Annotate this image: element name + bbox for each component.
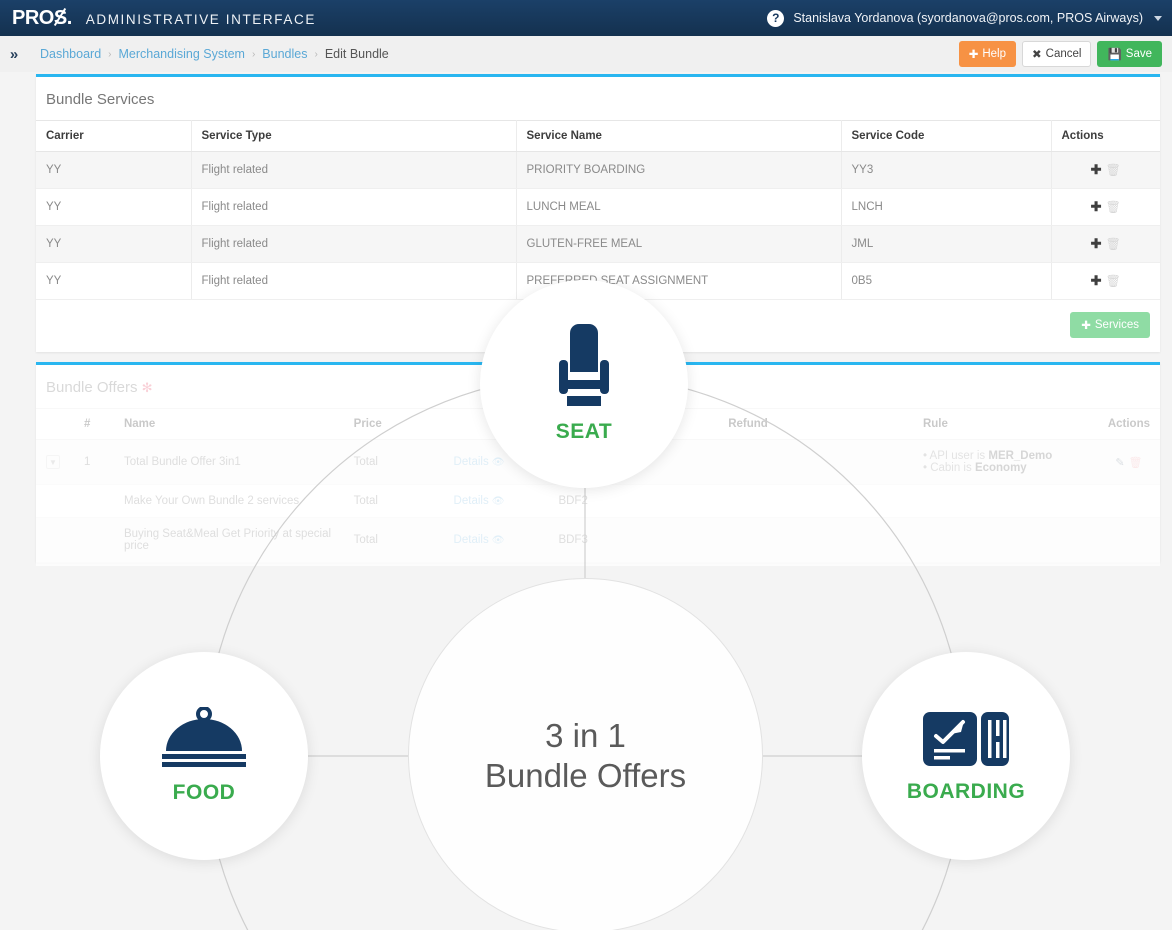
cell-service-code: JML bbox=[841, 225, 1052, 263]
help-button[interactable]: ✚ Help bbox=[958, 41, 1016, 67]
floppy-disk-icon: 💾 bbox=[1107, 49, 1122, 61]
breadcrumb-separator: › bbox=[108, 48, 112, 60]
brand: PROS. ADMINISTRATIVE INTERFACE bbox=[0, 7, 316, 29]
top-navbar: PROS. ADMINISTRATIVE INTERFACE ? Stanisl… bbox=[0, 0, 1172, 36]
cell-actions: ✚ 🗑 bbox=[1051, 262, 1160, 300]
cell-service-type: Flight related bbox=[191, 188, 517, 226]
cell-service-code: 0B5 bbox=[841, 262, 1052, 300]
delete-service-icon[interactable]: 🗑 bbox=[1106, 163, 1121, 177]
breadcrumb-separator: › bbox=[251, 48, 256, 60]
navbar-right: ? Stanislava Yordanova (syordanova@pros.… bbox=[767, 9, 1172, 27]
column-header-service-code[interactable]: Service Code bbox=[841, 120, 1052, 152]
delete-service-icon[interactable]: 🗑 bbox=[1106, 237, 1121, 251]
delete-service-icon[interactable]: 🗑 bbox=[1106, 200, 1121, 214]
user-account-label[interactable]: Stanislava Yordanova (syordanova@pros.co… bbox=[793, 11, 1143, 25]
add-service-icon[interactable]: ✚ bbox=[1091, 236, 1102, 251]
chevron-down-icon[interactable] bbox=[1154, 15, 1162, 21]
overlay-veil bbox=[36, 366, 1160, 566]
bundle-services-table-head: Carrier Service Type Service Name Servic… bbox=[36, 120, 1160, 152]
question-mark-icon[interactable]: ? bbox=[767, 9, 785, 27]
cell-service-name: GLUTEN-FREE MEAL bbox=[516, 225, 842, 263]
table-row[interactable]: YY Flight related PREFERRED SEAT ASSIGNM… bbox=[36, 262, 1160, 300]
diagram-node-boarding: BOARDING bbox=[862, 652, 1070, 860]
cell-actions: ✚ 🗑 bbox=[1051, 188, 1160, 226]
cell-carrier: YY bbox=[36, 151, 192, 189]
breadcrumb-bar: » Dashboard › Merchandising System › Bun… bbox=[0, 36, 1172, 72]
cell-service-code: YY3 bbox=[841, 151, 1052, 189]
cell-service-name: PRIORITY BOARDING bbox=[516, 151, 842, 189]
cell-service-type: Flight related bbox=[191, 151, 517, 189]
delete-service-icon[interactable]: 🗑 bbox=[1106, 274, 1121, 288]
diagram-node-food: FOOD bbox=[100, 652, 308, 860]
help-button-label: Help bbox=[982, 48, 1006, 60]
breadcrumb-item-dashboard[interactable]: Dashboard bbox=[40, 47, 101, 61]
food-cloche-icon bbox=[162, 707, 246, 767]
pros-logo: PROS. bbox=[12, 7, 73, 29]
add-service-icon[interactable]: ✚ bbox=[1091, 273, 1102, 288]
breadcrumb: Dashboard › Merchandising System › Bundl… bbox=[28, 47, 389, 61]
cell-carrier: YY bbox=[36, 262, 192, 300]
diagram-node-food-label: FOOD bbox=[172, 781, 236, 804]
cell-service-name: LUNCH MEAL bbox=[516, 188, 842, 226]
page-action-buttons: ✚ Help ✖ Cancel 💾 Save bbox=[958, 41, 1172, 67]
cell-actions: ✚ 🗑 bbox=[1051, 151, 1160, 189]
cell-carrier: YY bbox=[36, 188, 192, 226]
cell-service-type: Flight related bbox=[191, 225, 517, 263]
column-header-service-name[interactable]: Service Name bbox=[516, 120, 842, 152]
breadcrumb-item-edit-bundle: Edit Bundle bbox=[324, 47, 389, 61]
bundle-services-footer: ✚ Services bbox=[36, 300, 1160, 350]
breadcrumb-item-bundles[interactable]: Bundles bbox=[262, 47, 307, 61]
table-header-row: Carrier Service Type Service Name Servic… bbox=[36, 120, 1160, 152]
bundle-services-panel: Bundle Services Carrier Service Type Ser… bbox=[36, 74, 1160, 352]
diagram-center-line1: 3 in 1 bbox=[545, 716, 626, 754]
cell-carrier: YY bbox=[36, 225, 192, 263]
diagram-node-boarding-label: BOARDING bbox=[906, 780, 1026, 803]
pros-logo-dot: . bbox=[66, 7, 73, 29]
bundle-services-table: Carrier Service Type Service Name Servic… bbox=[36, 120, 1160, 300]
column-header-actions: Actions bbox=[1051, 120, 1160, 152]
breadcrumb-separator: › bbox=[314, 48, 318, 60]
cell-service-name: PREFERRED SEAT ASSIGNMENT bbox=[516, 262, 842, 300]
save-button[interactable]: 💾 Save bbox=[1097, 41, 1162, 67]
plus-circle-icon: ✚ bbox=[968, 49, 979, 61]
diagram-center-node: 3 in 1 Bundle Offers bbox=[408, 578, 763, 930]
table-row[interactable]: YY Flight related LUNCH MEAL LNCH ✚ 🗑 bbox=[36, 188, 1160, 226]
add-services-button[interactable]: ✚ Services bbox=[1070, 312, 1150, 338]
cancel-button-label: Cancel bbox=[1045, 48, 1082, 60]
cell-service-type: Flight related bbox=[191, 262, 517, 300]
column-header-carrier[interactable]: Carrier bbox=[36, 120, 192, 152]
add-services-button-label: Services bbox=[1094, 319, 1139, 331]
boarding-pass-icon bbox=[923, 712, 1009, 766]
diagram-center-line2: Bundle Offers bbox=[484, 756, 687, 794]
cancel-button[interactable]: ✖ Cancel bbox=[1022, 41, 1092, 67]
breadcrumb-item-merchandising-system[interactable]: Merchandising System bbox=[119, 47, 245, 61]
table-row[interactable]: YY Flight related GLUTEN-FREE MEAL JML ✚… bbox=[36, 225, 1160, 263]
page-root: PROS. ADMINISTRATIVE INTERFACE ? Stanisl… bbox=[0, 0, 1172, 930]
add-service-icon[interactable]: ✚ bbox=[1091, 199, 1102, 214]
cell-service-code: LNCH bbox=[841, 188, 1052, 226]
save-button-label: Save bbox=[1125, 48, 1152, 60]
cell-actions: ✚ 🗑 bbox=[1051, 225, 1160, 263]
x-icon: ✖ bbox=[1032, 49, 1042, 61]
add-service-icon[interactable]: ✚ bbox=[1091, 162, 1102, 177]
column-header-service-type[interactable]: Service Type bbox=[191, 120, 517, 152]
bundle-services-table-body: YY Flight related PRIORITY BOARDING YY3 … bbox=[36, 151, 1160, 300]
sidebar-toggle-icon[interactable]: » bbox=[0, 46, 28, 63]
app-subtitle: ADMINISTRATIVE INTERFACE bbox=[85, 12, 316, 27]
table-row[interactable]: YY Flight related PRIORITY BOARDING YY3 … bbox=[36, 151, 1160, 189]
plus-icon: ✚ bbox=[1081, 320, 1091, 332]
bundle-services-title: Bundle Services bbox=[46, 91, 155, 108]
